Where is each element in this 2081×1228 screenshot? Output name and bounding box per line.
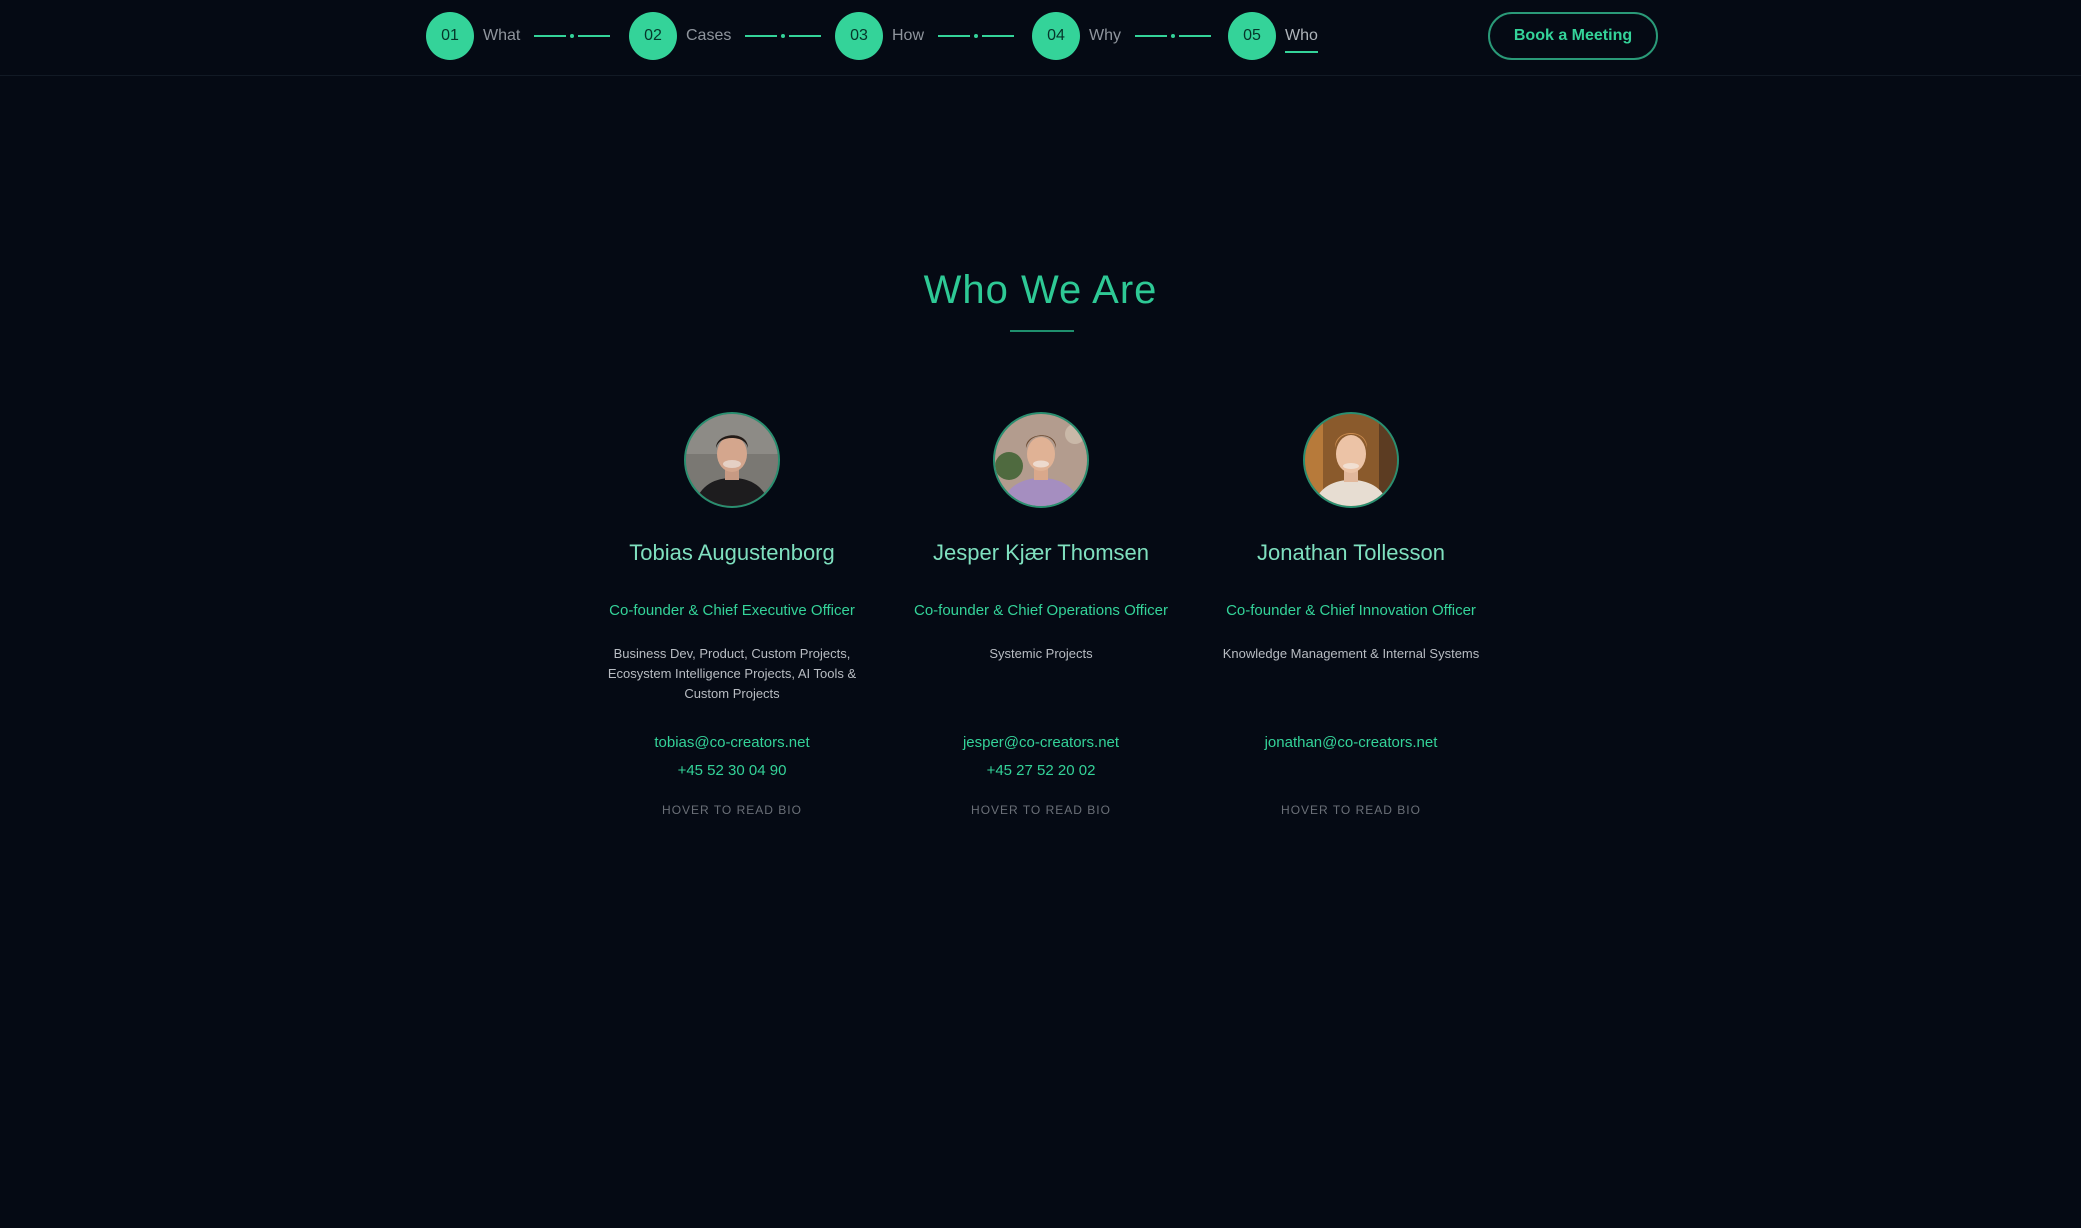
member-focus-areas: Systemic Projects xyxy=(989,646,1093,661)
portrait-image xyxy=(1305,414,1397,506)
team-member-card[interactable]: Jonathan Tollesson Co-founder & Chief In… xyxy=(1206,412,1496,832)
step-connector xyxy=(938,30,1015,42)
step-connector xyxy=(1135,30,1211,42)
nav-step-cases[interactable]: 02 Cases xyxy=(629,12,822,60)
step-number-badge: 03 xyxy=(835,12,883,60)
hover-bio-hint: HOVER TO READ BIO xyxy=(1281,803,1421,817)
step-label: Cases xyxy=(686,27,732,44)
member-name: Tobias Augustenborg xyxy=(629,540,835,565)
step-connector xyxy=(745,30,822,42)
member-name: Jesper Kjær Thomsen xyxy=(932,540,1149,565)
step-number-badge: 02 xyxy=(629,12,677,60)
member-focus-areas: Knowledge Management & Internal Systems xyxy=(1222,646,1480,661)
nav-step-how[interactable]: 03 How xyxy=(835,12,1015,60)
step-label: What xyxy=(483,27,521,44)
step-connector xyxy=(534,30,611,42)
nav-step-why[interactable]: 04 Why xyxy=(1032,12,1211,60)
member-email-link[interactable]: jonathan@co-creators.net xyxy=(1206,734,1496,751)
team-member-card[interactable]: Tobias Augustenborg Co-founder & Chief E… xyxy=(587,412,877,832)
top-navigation: 01 What 02 Cases 03 How 04 Why 05 Who Bo… xyxy=(0,0,2081,76)
member-name: Jonathan Tollesson xyxy=(1257,540,1445,565)
title-divider xyxy=(1010,330,1074,332)
nav-step-who[interactable]: 05 Who xyxy=(1228,12,1318,60)
member-role: Co-founder & Chief Innovation Officer xyxy=(1226,602,1476,619)
portrait-image xyxy=(686,414,778,506)
hover-bio-hint: HOVER TO READ BIO xyxy=(662,803,802,817)
nav-step-what[interactable]: 01 What xyxy=(426,12,611,60)
book-meeting-button[interactable]: Book a Meeting xyxy=(1488,12,1658,60)
step-label-text: Who xyxy=(1285,27,1318,44)
section-title: Who We Are xyxy=(923,268,1158,312)
step-number-badge: 04 xyxy=(1032,12,1080,60)
step-number-badge: 05 xyxy=(1228,12,1276,60)
step-label: How xyxy=(892,27,925,44)
avatar xyxy=(993,412,1089,508)
portrait-image xyxy=(995,414,1087,506)
step-label-active: Who xyxy=(1285,27,1318,53)
member-role: Co-founder & Chief Operations Officer xyxy=(913,602,1168,619)
team-member-card[interactable]: Jesper Kjær Thomsen Co-founder & Chief O… xyxy=(896,412,1186,832)
member-email-link[interactable]: tobias@co-creators.net xyxy=(587,734,877,751)
member-phone-link[interactable]: +45 52 30 04 90 xyxy=(587,762,877,779)
active-step-underline xyxy=(1285,51,1318,53)
step-label: Why xyxy=(1089,27,1121,44)
member-phone-link[interactable]: +45 27 52 20 02 xyxy=(896,762,1186,779)
member-role: Co-founder & Chief Executive Officer xyxy=(609,602,855,619)
hover-bio-hint: HOVER TO READ BIO xyxy=(971,803,1111,817)
member-email-link[interactable]: jesper@co-creators.net xyxy=(896,734,1186,751)
avatar xyxy=(1303,412,1399,508)
step-number-badge: 01 xyxy=(426,12,474,60)
avatar xyxy=(684,412,780,508)
member-focus-areas: Business Dev, Product, Custom Projects, … xyxy=(607,646,857,701)
